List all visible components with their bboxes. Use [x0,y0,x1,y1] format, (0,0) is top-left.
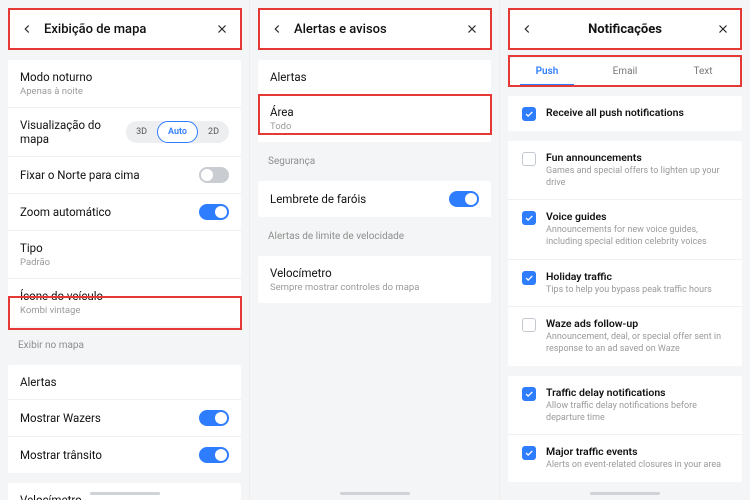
row-area[interactable]: Área Todo [258,94,491,142]
close-icon[interactable] [465,22,479,36]
card-security: Lembrete de faróis [258,181,491,217]
checkrow-fun[interactable]: Fun announcementsGames and special offer… [508,141,742,199]
row-wazers: Mostrar Wazers [8,399,241,436]
seg-3d[interactable]: 3D [126,121,157,143]
header-title: Alertas e avisos [294,22,465,37]
tab-text[interactable]: Text [664,58,742,85]
close-icon[interactable] [215,22,229,36]
segmented-viz[interactable]: 3D Auto 2D [126,121,229,143]
header-notifications: Notificações [508,8,742,50]
checkbox[interactable] [522,107,536,121]
row-alertas[interactable]: Alertas [8,365,241,399]
checkbox[interactable] [522,152,536,166]
row-speedometer-2[interactable]: Velocímetro Sempre mostrar controles do … [258,256,491,303]
card-alerts: Alertas Área Todo [258,60,491,142]
switch-wazers[interactable] [199,410,229,426]
row-alerts[interactable]: Alertas [258,60,491,94]
row-vehicle-icon[interactable]: Ícone do veículo Kombi vintage [8,278,241,326]
tab-push[interactable]: Push [508,58,586,85]
notification-tabs: Push Email Text [508,58,742,86]
back-icon[interactable] [20,22,34,36]
row-auto-zoom: Zoom automático [8,193,241,230]
row-map-viz: Visualização do mapa 3D Auto 2D [8,107,241,156]
header-map: Exibição de mapa [8,8,241,50]
switch-traffic[interactable] [199,447,229,463]
checkbox[interactable] [522,446,536,460]
checkrow-voice[interactable]: Voice guidesAnnouncements for new voice … [508,199,742,258]
card-notif-group-2: Traffic delay notificationsAllow traffic… [508,376,742,482]
switch-zoom[interactable] [199,204,229,220]
checkrow-holiday[interactable]: Holiday trafficTips to help you bypass p… [508,259,742,307]
home-indicator [90,492,160,495]
switch-headlights[interactable] [449,191,479,207]
checkbox[interactable] [522,211,536,225]
section-show-on-map: Exibir no mapa [0,326,249,355]
card-speed-limit: Velocímetro Sempre mostrar controles do … [258,256,491,303]
row-headlights: Lembrete de faróis [258,181,491,217]
row-north-up: Fixar o Norte para cima [8,156,241,193]
row-traffic: Mostrar trânsito [8,436,241,473]
switch-north[interactable] [199,167,229,183]
checkbox[interactable] [522,318,536,332]
row-type[interactable]: Tipo Padrão [8,230,241,278]
card-map-settings: Modo noturno Apenas à noite Visualização… [8,60,241,326]
panel-map-display: Exibição de mapa Modo noturno Apenas à n… [0,0,250,500]
header-title: Exibição de mapa [44,22,215,37]
card-receive-all: Receive all push notifications [508,96,742,131]
close-icon[interactable] [716,22,730,36]
section-security: Segurança [250,142,499,171]
checkrow-delay[interactable]: Traffic delay notificationsAllow traffic… [508,376,742,434]
header-title: Notificações [520,22,730,37]
section-speed-limit: Alertas de limite de velocidade [250,217,499,246]
seg-2d[interactable]: 2D [198,121,229,143]
checkrow-events[interactable]: Major traffic eventsAlerts on event-rela… [508,434,742,482]
checkbox[interactable] [522,271,536,285]
back-icon[interactable] [270,22,284,36]
panel-alerts-warnings: Alertas e avisos Alertas Área Todo Segur… [250,0,500,500]
seg-auto[interactable]: Auto [157,121,198,143]
tab-email[interactable]: Email [586,58,664,85]
card-notif-group-1: Fun announcementsGames and special offer… [508,141,742,366]
card-show-on-map: Alertas Mostrar Wazers Mostrar trânsito [8,365,241,473]
row-night-mode[interactable]: Modo noturno Apenas à noite [8,60,241,107]
panel-notifications: Notificações Push Email Text Receive all… [500,0,750,500]
checkrow-receive-all[interactable]: Receive all push notifications [508,96,742,131]
header-alerts: Alertas e avisos [258,8,491,50]
home-indicator [340,492,410,495]
checkrow-ads[interactable]: Waze ads follow-upAnnouncement, deal, or… [508,306,742,365]
back-icon[interactable] [520,22,534,36]
home-indicator [590,492,660,495]
checkbox[interactable] [522,387,536,401]
